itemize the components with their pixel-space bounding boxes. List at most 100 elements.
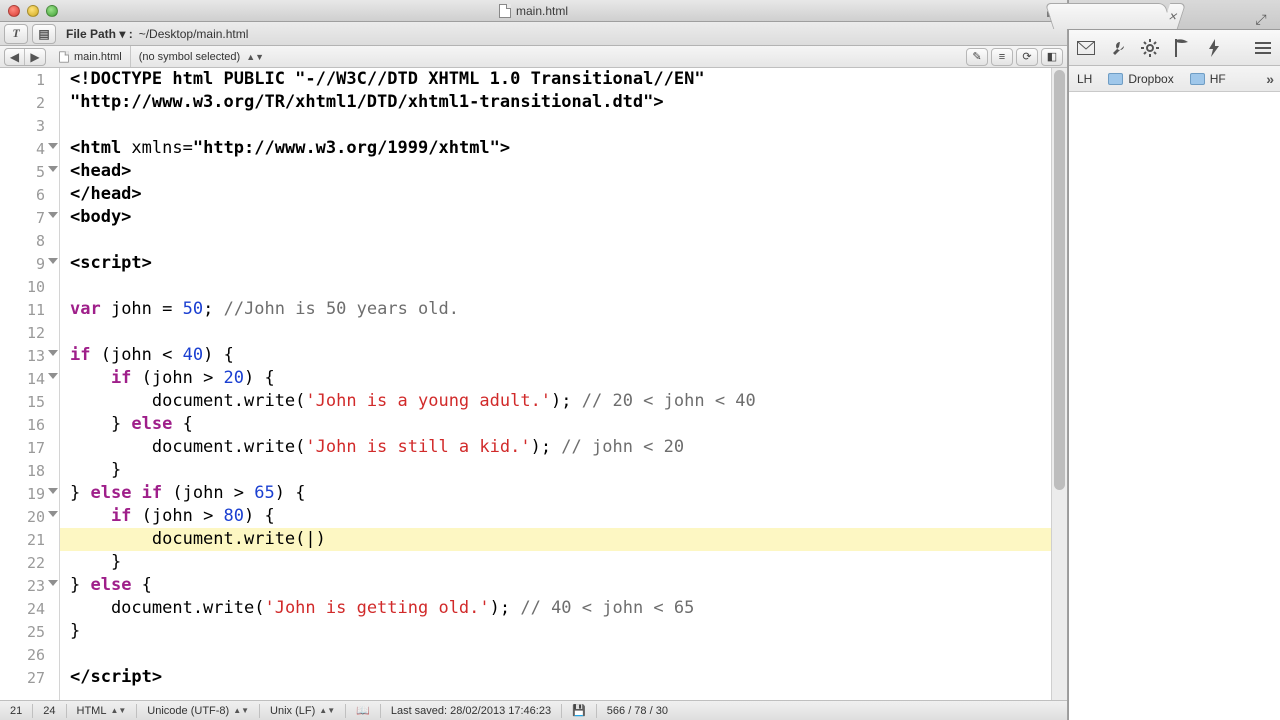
encoding-selector[interactable]: Unicode (UTF-8)▲▼ [137,705,259,717]
zoom-window-button[interactable] [46,5,58,17]
bookmark-item[interactable]: HF [1190,72,1226,86]
line-number[interactable]: 27 [0,666,59,689]
vertical-scrollbar[interactable] [1051,68,1067,700]
browser-content[interactable] [1069,92,1280,720]
code-line[interactable]: </script> [60,666,1051,689]
toggle-icon[interactable]: ◧ [1041,48,1063,66]
line-number[interactable]: 26 [0,643,59,666]
refresh-icon[interactable]: ⟳ [1016,48,1038,66]
line-number[interactable]: 7 [0,206,59,229]
line-number[interactable]: 8 [0,229,59,252]
code-line[interactable]: } else { [60,574,1051,597]
bolt-icon[interactable] [1203,37,1225,59]
code-line[interactable]: } [60,620,1051,643]
line-number[interactable]: 25 [0,620,59,643]
fold-toggle-icon[interactable] [48,580,58,586]
code-line[interactable]: if (john > 80) { [60,505,1051,528]
line-ending-selector[interactable]: Unix (LF)▲▼ [260,705,345,717]
line-number[interactable]: 2 [0,91,59,114]
nav-back-button[interactable]: ◀ [5,49,25,65]
bookmark-item[interactable]: Dropbox [1108,72,1173,86]
line-number[interactable]: 4 [0,137,59,160]
code-line[interactable]: document.write('John is getting old.'); … [60,597,1051,620]
line-number[interactable]: 13 [0,344,59,367]
line-number[interactable]: 5 [0,160,59,183]
code-line[interactable]: } else if (john > 65) { [60,482,1051,505]
fold-toggle-icon[interactable] [48,488,58,494]
code-line[interactable] [60,643,1051,666]
symbol-selector[interactable]: (no symbol selected) [139,51,241,63]
code-line[interactable]: var john = 50; //John is 50 years old. [60,298,1051,321]
code-line[interactable]: document.write('John is a young adult.')… [60,390,1051,413]
code-line[interactable]: document.write('John is still a kid.'); … [60,436,1051,459]
close-window-button[interactable] [8,5,20,17]
line-number[interactable]: 22 [0,551,59,574]
mail-icon[interactable] [1075,37,1097,59]
fold-toggle-icon[interactable] [48,373,58,379]
gear-icon[interactable] [1139,37,1161,59]
line-number[interactable]: 3 [0,114,59,137]
line-number[interactable]: 16 [0,413,59,436]
line-number[interactable]: 17 [0,436,59,459]
code-line[interactable]: <script> [60,252,1051,275]
overflow-chevron-icon[interactable]: » [1266,71,1274,87]
scrollbar-thumb[interactable] [1054,70,1065,490]
wrench-icon[interactable] [1107,37,1129,59]
expand-window-icon[interactable]: ⤢ [1248,9,1274,29]
line-number[interactable]: 14 [0,367,59,390]
line-number[interactable]: 1 [0,68,59,91]
code-line[interactable]: <html xmlns="http://www.w3.org/1999/xhtm… [60,137,1051,160]
code-line[interactable] [60,321,1051,344]
document-menu-button[interactable]: ▤ [32,24,56,44]
flag-icon[interactable] [1171,37,1193,59]
list-icon[interactable]: ≡ [991,48,1013,66]
fold-toggle-icon[interactable] [48,166,58,172]
folder-icon [1190,73,1205,85]
line-number[interactable]: 24 [0,597,59,620]
line-number[interactable]: 10 [0,275,59,298]
language-selector[interactable]: HTML▲▼ [67,705,137,717]
code-editor[interactable]: <!DOCTYPE html PUBLIC "-//W3C//DTD XHTML… [60,68,1051,700]
line-number[interactable]: 9 [0,252,59,275]
breadcrumb-file[interactable]: main.html [58,50,122,64]
code-line[interactable]: document.write(|) [60,528,1051,551]
code-line[interactable]: <head> [60,160,1051,183]
code-line[interactable]: </head> [60,183,1051,206]
code-line[interactable] [60,114,1051,137]
line-number[interactable]: 6 [0,183,59,206]
line-number[interactable]: 20 [0,505,59,528]
line-number[interactable]: 12 [0,321,59,344]
status-bar: 21 24 HTML▲▼ Unicode (UTF-8)▲▼ Unix (LF)… [0,700,1067,720]
minimize-window-button[interactable] [27,5,39,17]
code-line[interactable]: } else { [60,413,1051,436]
line-number[interactable]: 15 [0,390,59,413]
fold-toggle-icon[interactable] [48,258,58,264]
code-line[interactable] [60,229,1051,252]
code-line[interactable]: if (john > 20) { [60,367,1051,390]
fold-toggle-icon[interactable] [48,143,58,149]
text-tool-button[interactable]: T [4,24,28,44]
code-line[interactable]: <!DOCTYPE html PUBLIC "-//W3C//DTD XHTML… [60,68,1051,91]
line-gutter[interactable]: 1234567891011121314151617181920212223242… [0,68,60,700]
code-line[interactable]: } [60,459,1051,482]
bookmark-item[interactable]: LH [1077,72,1092,86]
line-number[interactable]: 23 [0,574,59,597]
code-line[interactable]: } [60,551,1051,574]
spellcheck-icon[interactable]: 📖 [346,704,380,717]
line-number[interactable]: 19 [0,482,59,505]
browser-tab[interactable] [1045,3,1173,29]
nav-forward-button[interactable]: ▶ [25,49,45,65]
line-number[interactable]: 18 [0,459,59,482]
menu-icon[interactable] [1252,37,1274,59]
line-number[interactable]: 11 [0,298,59,321]
line-number[interactable]: 21 [0,528,59,551]
fold-toggle-icon[interactable] [48,212,58,218]
save-icon[interactable]: 💾 [562,704,596,717]
fold-toggle-icon[interactable] [48,350,58,356]
code-line[interactable]: if (john < 40) { [60,344,1051,367]
fold-toggle-icon[interactable] [48,511,58,517]
edit-icon[interactable]: ✎ [966,48,988,66]
code-line[interactable]: "http://www.w3.org/TR/xhtml1/DTD/xhtml1-… [60,91,1051,114]
code-line[interactable] [60,275,1051,298]
code-line[interactable]: <body> [60,206,1051,229]
